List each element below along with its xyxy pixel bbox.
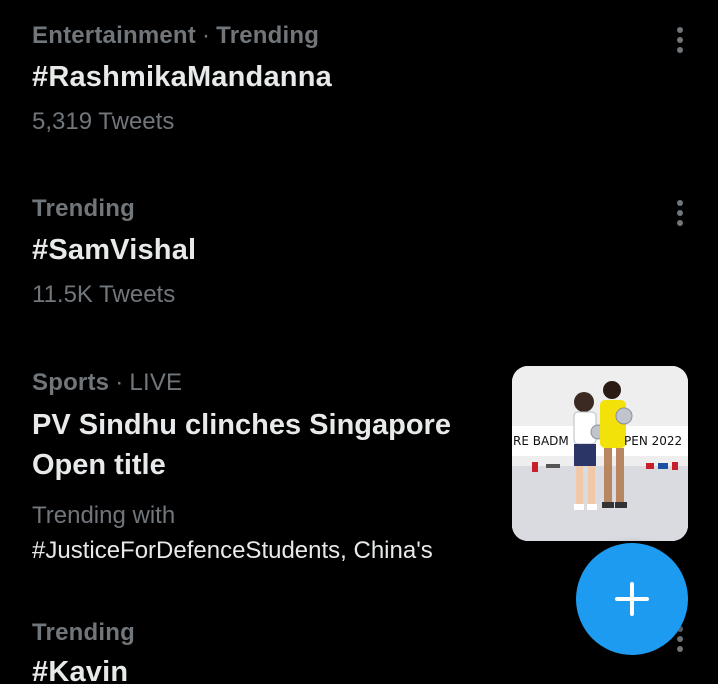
trend-meta: Entertainment · Trending <box>32 22 319 50</box>
trend-category: Entertainment <box>32 22 196 49</box>
trend-meta: Sports · LIVE <box>32 369 182 397</box>
compose-tweet-button[interactable] <box>576 543 688 655</box>
more-vertical-icon <box>677 27 683 53</box>
more-options-button[interactable] <box>662 195 698 231</box>
trend-headline: PV Sindhu clinches Singapore Open title <box>32 409 451 481</box>
trend-title: #SamVishal <box>32 234 197 266</box>
trend-item[interactable]: Trending #SamVishal 11.5K Tweets <box>0 175 718 350</box>
more-options-button[interactable] <box>662 22 698 58</box>
meta-separator: · <box>115 369 124 396</box>
trend-category: Trending <box>32 619 135 646</box>
trend-tweet-count: 11.5K Tweets <box>32 281 176 308</box>
banner-text-right: PEN 2022 <box>624 434 682 448</box>
trend-tweet-count: 5,319 Tweets <box>32 108 175 135</box>
trend-status: Trending <box>216 22 320 49</box>
trend-meta: Trending <box>32 195 135 223</box>
trending-with-hashtags[interactable]: #JusticeForDefenceStudents, China's <box>32 537 433 565</box>
trend-item[interactable]: Entertainment · Trending #RashmikaMandanna… <box>0 0 718 175</box>
trend-category: Trending <box>32 195 135 222</box>
trend-category: Sports <box>32 369 110 396</box>
trend-thumbnail-image[interactable]: RE BADM PEN 2022 <box>512 366 688 541</box>
banner-text-left: RE BADM <box>513 434 569 448</box>
trend-meta: Trending <box>32 619 135 647</box>
trend-title: #Kavin <box>32 656 129 684</box>
more-vertical-icon <box>677 200 683 226</box>
meta-separator: · <box>201 22 211 49</box>
plus-icon <box>615 582 649 616</box>
trending-with-label: Trending with <box>32 502 176 529</box>
live-status: LIVE <box>129 369 183 396</box>
trend-title: #RashmikaMandanna <box>32 61 332 93</box>
podium-photo: RE BADM PEN 2022 <box>512 366 688 541</box>
